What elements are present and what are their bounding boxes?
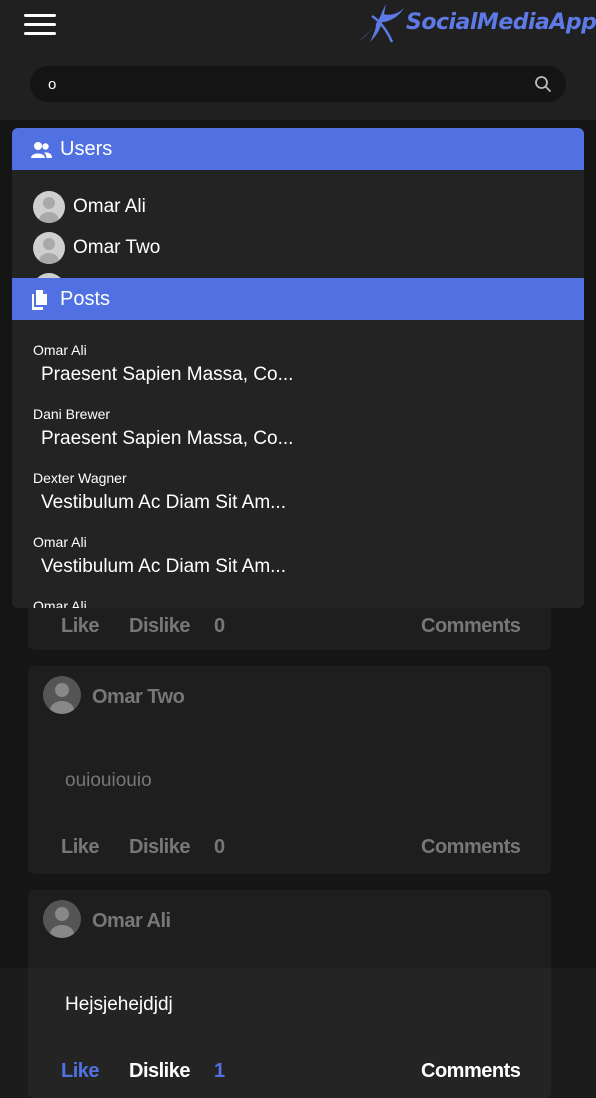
- user-icon: [39, 238, 59, 264]
- users-section-title: Users: [60, 138, 113, 160]
- top-nav-bar: SocialMediaApp: [0, 0, 596, 120]
- post-content: Hejsjehejdjdj: [65, 994, 173, 1015]
- post-card: Omar Two ouiouiouio Like Dislike 0 Comme…: [28, 666, 551, 874]
- post-result-title: Praesent Sapien Massa, Co...: [41, 364, 294, 385]
- search-results-dropdown: Users Omar Ali Omar Two Posts Omar Ali P…: [12, 128, 584, 608]
- post-result-item[interactable]: Omar Ali: [33, 598, 573, 608]
- dislike-button[interactable]: Dislike: [129, 1060, 190, 1083]
- documents-icon: [32, 290, 47, 310]
- post-result-item[interactable]: Dani Brewer Praesent Sapien Massa, Co...: [33, 406, 573, 466]
- like-count: 0: [214, 836, 225, 858]
- post-result-item[interactable]: Omar Ali Praesent Sapien Massa, Co...: [33, 342, 573, 402]
- dislike-button[interactable]: Dislike: [129, 836, 190, 859]
- post-actions: Like Dislike 1 Comments: [28, 1060, 551, 1090]
- post-result-title: Vestibulum Ac Diam Sit Am...: [41, 492, 286, 513]
- post-content: ouiouiouio: [65, 770, 152, 791]
- logo-text: SocialMediaApp: [406, 10, 596, 35]
- like-count: 1: [214, 1060, 225, 1082]
- post-actions: Like Dislike 0 Comments: [28, 615, 551, 645]
- like-button[interactable]: Like: [61, 615, 100, 638]
- avatar[interactable]: [43, 676, 81, 714]
- post-result-item[interactable]: Omar Ali Vestibulum Ac Diam Sit Am...: [33, 534, 573, 594]
- posts-section-title: Posts: [60, 288, 111, 310]
- post-author[interactable]: Omar Two: [92, 686, 185, 709]
- post-result-item[interactable]: Dexter Wagner Vestibulum Ac Diam Sit Am.…: [33, 470, 573, 530]
- like-button[interactable]: Like: [61, 1060, 100, 1083]
- comments-button[interactable]: Comments: [421, 836, 521, 859]
- search-input[interactable]: [48, 72, 528, 96]
- user-result-name: Omar Ali: [73, 196, 146, 217]
- post-result-title: Praesent Sapien Massa, Co...: [41, 428, 294, 449]
- like-button[interactable]: Like: [61, 836, 100, 859]
- user-icon: [50, 907, 74, 938]
- app-logo[interactable]: SocialMediaApp: [356, 2, 596, 46]
- like-count: 0: [214, 615, 225, 637]
- post-result-author: Omar Ali: [33, 534, 87, 550]
- post-actions: Like Dislike 0 Comments: [28, 836, 551, 866]
- post-result-author: Dexter Wagner: [33, 470, 127, 486]
- avatar[interactable]: [43, 900, 81, 938]
- search-icon[interactable]: [534, 75, 552, 93]
- avatar: [33, 191, 65, 223]
- dislike-button[interactable]: Dislike: [129, 615, 190, 638]
- logo-mark-icon: [360, 4, 404, 43]
- user-icon: [50, 683, 74, 714]
- avatar: [33, 232, 65, 264]
- post-result-title: Vestibulum Ac Diam Sit Am...: [41, 556, 286, 577]
- comments-button[interactable]: Comments: [421, 615, 521, 638]
- post-result-author: Omar Ali: [33, 342, 87, 358]
- post-result-author: Dani Brewer: [33, 406, 111, 422]
- post-card: Omar Ali Hejsjehejdjdj Like Dislike 1 Co…: [28, 890, 551, 1098]
- users-icon: [31, 142, 52, 158]
- post-result-author: Omar Ali: [33, 598, 87, 608]
- menu-icon[interactable]: [24, 14, 56, 36]
- users-section-header: Users: [12, 128, 584, 170]
- posts-section-header: Posts: [12, 278, 584, 320]
- user-icon: [39, 197, 59, 223]
- comments-button[interactable]: Comments: [421, 1060, 521, 1083]
- search-bar: [30, 66, 566, 102]
- user-result-name: Omar Two: [73, 237, 161, 258]
- post-author[interactable]: Omar Ali: [92, 910, 171, 933]
